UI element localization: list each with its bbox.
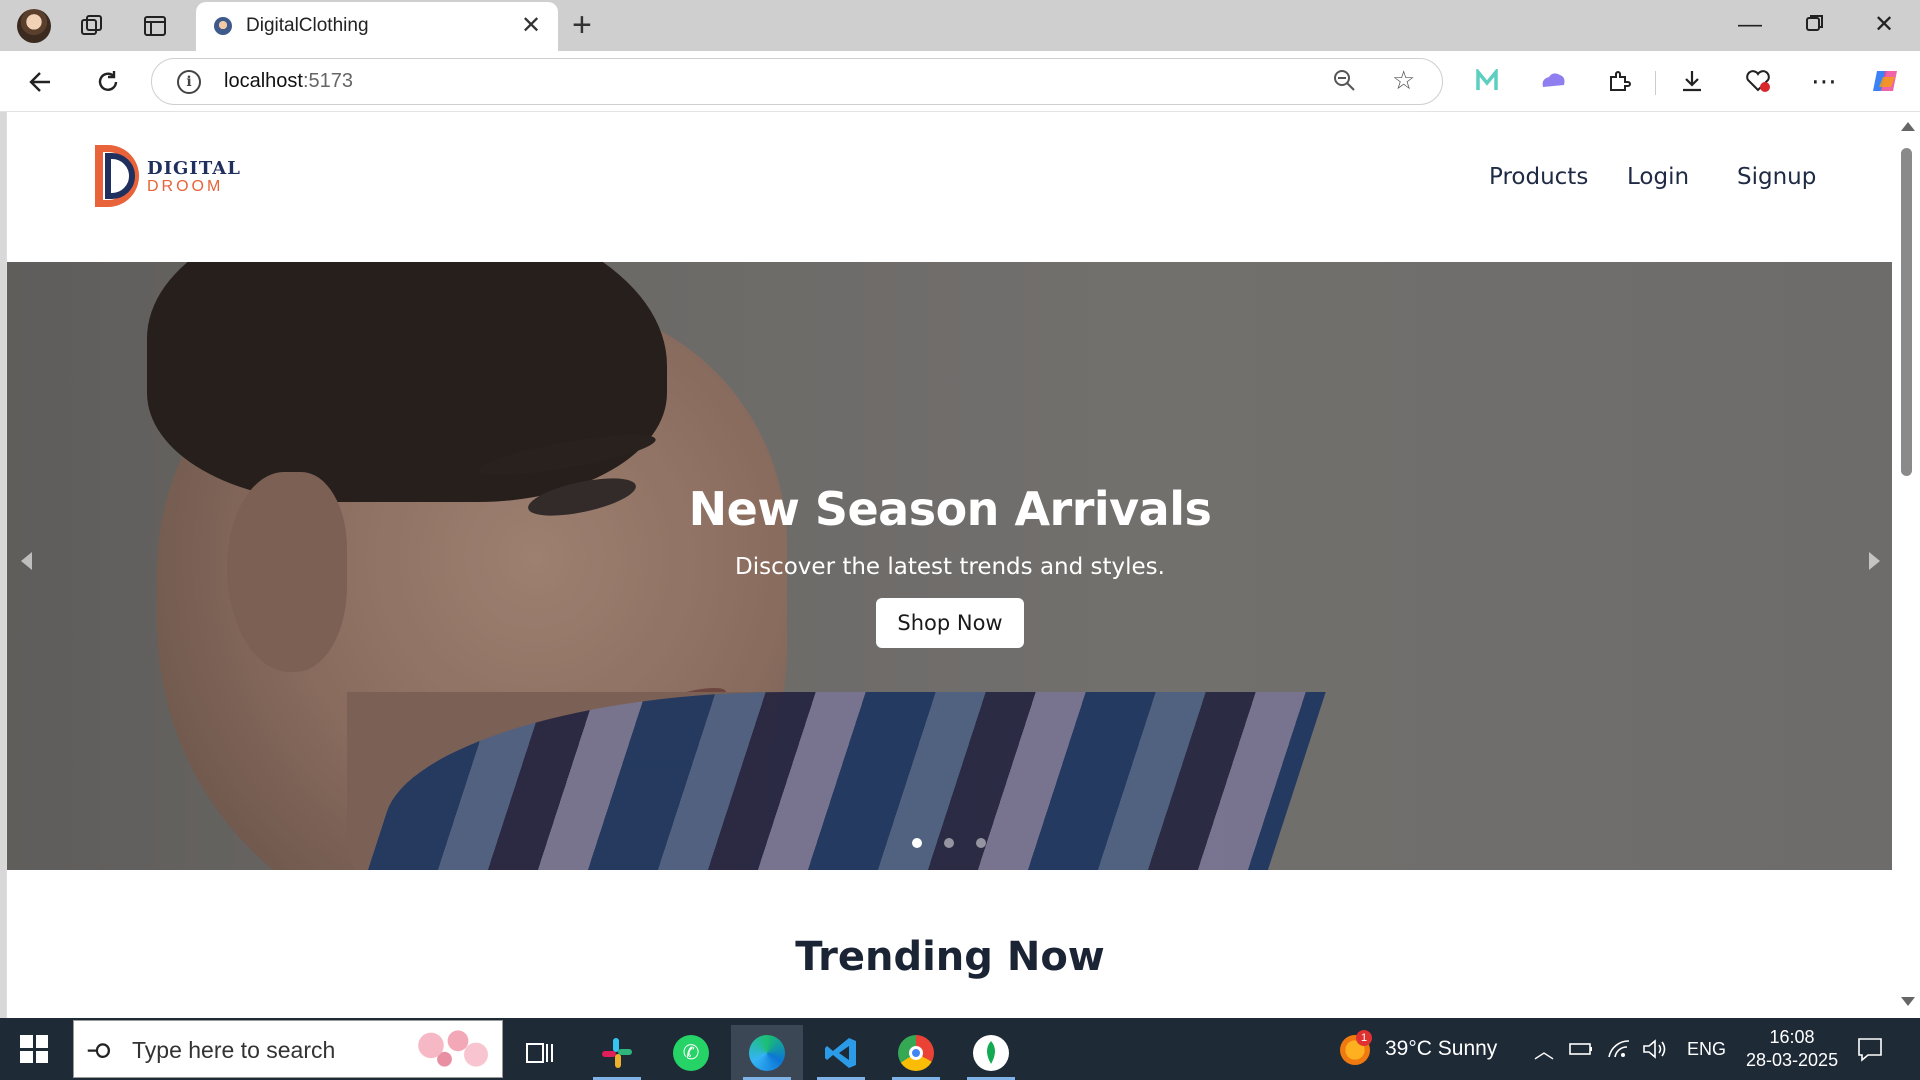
- nav-link-signup[interactable]: Signup: [1737, 164, 1816, 190]
- url-text[interactable]: localhost:5173: [224, 70, 353, 93]
- windows-taskbar: ⚲ Type here to search ✆ 1 39°C Sunny ︿ E…: [0, 1018, 1920, 1080]
- extensions-puzzle-icon[interactable]: [1601, 63, 1637, 99]
- mongodb-compass-app-icon[interactable]: [955, 1025, 1027, 1080]
- favorite-star-icon[interactable]: ☆: [1392, 65, 1415, 96]
- carousel-dot-1[interactable]: [912, 838, 922, 848]
- vscode-app-icon[interactable]: [805, 1025, 877, 1080]
- notifications-icon[interactable]: [1856, 1018, 1884, 1080]
- page-scrollbar[interactable]: [1892, 112, 1920, 1018]
- page-viewport: DIGITAL DROOM Products Login Signup New …: [6, 112, 1892, 1018]
- battery-icon[interactable]: [1568, 1018, 1594, 1080]
- browser-toolbar: i localhost:5173 ☆ ⋯: [0, 51, 1920, 112]
- refresh-icon[interactable]: [89, 63, 127, 101]
- browser-tab-active[interactable]: DigitalClothing ✕: [196, 2, 558, 51]
- toolbar-divider: [1655, 71, 1656, 95]
- whatsapp-app-icon[interactable]: ✆: [655, 1025, 727, 1080]
- hero-carousel: New Season Arrivals Discover the latest …: [7, 262, 1892, 870]
- search-icon: ⚲: [85, 1040, 116, 1061]
- browser-essentials-heart-icon[interactable]: [1740, 63, 1776, 99]
- workspaces-icon[interactable]: [75, 9, 109, 43]
- minimize-icon[interactable]: —: [1738, 6, 1762, 44]
- slack-app-icon[interactable]: [581, 1025, 653, 1080]
- edge-app-icon[interactable]: [731, 1025, 803, 1080]
- extension-cloud-icon[interactable]: [1535, 63, 1571, 99]
- language-indicator[interactable]: ENG: [1687, 1018, 1726, 1080]
- site-logo[interactable]: DIGITAL DROOM: [95, 142, 240, 212]
- hero-title: New Season Arrivals: [688, 482, 1212, 536]
- back-arrow-icon[interactable]: [22, 63, 60, 101]
- restore-icon[interactable]: [1806, 6, 1824, 44]
- shop-now-button[interactable]: Shop Now: [876, 598, 1024, 648]
- logo-line2: DROOM: [147, 178, 224, 195]
- vertical-tabs-icon[interactable]: [138, 9, 172, 43]
- clock-date: 28-03-2025: [1746, 1050, 1839, 1070]
- show-hidden-icons-chevron-icon[interactable]: ︿: [1534, 1018, 1554, 1080]
- nav-link-products[interactable]: Products: [1489, 164, 1588, 190]
- windows-start-icon[interactable]: [20, 1035, 48, 1063]
- clock-time: 16:08: [1769, 1027, 1815, 1047]
- tab-favicon-icon: [214, 17, 232, 35]
- carousel-dot-2[interactable]: [944, 838, 954, 848]
- tab-title: DigitalClothing: [246, 15, 369, 36]
- weather-text[interactable]: 39°C Sunny: [1385, 1018, 1497, 1080]
- window-close-icon[interactable]: ✕: [1874, 6, 1894, 44]
- browser-titlebar: DigitalClothing ✕ + — ✕: [0, 0, 1920, 51]
- scroll-down-icon[interactable]: [1901, 997, 1915, 1006]
- chrome-app-icon[interactable]: [880, 1025, 952, 1080]
- more-options-icon[interactable]: ⋯: [1806, 63, 1842, 99]
- tab-close-icon[interactable]: ✕: [521, 11, 541, 40]
- taskbar-clock[interactable]: 16:08 28-03-2025: [1746, 1026, 1838, 1072]
- scrollbar-thumb[interactable]: [1901, 148, 1912, 476]
- zoom-out-icon[interactable]: [1332, 68, 1356, 98]
- search-highlight-blossom-icon: [404, 1027, 494, 1073]
- profile-avatar[interactable]: [17, 9, 51, 43]
- trending-section-title: Trending Now: [795, 934, 1105, 980]
- nav-link-login[interactable]: Login: [1627, 164, 1689, 190]
- hero-subtitle: Discover the latest trends and styles.: [735, 554, 1165, 580]
- scroll-up-icon[interactable]: [1901, 122, 1915, 131]
- logo-line1: DIGITAL: [147, 158, 241, 179]
- taskbar-search[interactable]: ⚲ Type here to search: [73, 1020, 503, 1078]
- address-bar[interactable]: i localhost:5173 ☆: [151, 58, 1443, 105]
- taskbar-search-placeholder: Type here to search: [132, 1037, 336, 1063]
- hero-caption: New Season Arrivals Discover the latest …: [7, 482, 1892, 648]
- new-tab-button[interactable]: +: [572, 6, 592, 44]
- site-header: DIGITAL DROOM Products Login Signup: [7, 112, 1892, 262]
- carousel-next-icon[interactable]: [1869, 552, 1880, 570]
- weather-badge: 1: [1356, 1030, 1372, 1046]
- carousel-dot-3[interactable]: [976, 838, 986, 848]
- extension-m-icon[interactable]: [1469, 63, 1505, 99]
- carousel-prev-icon[interactable]: [21, 552, 32, 570]
- site-info-icon[interactable]: i: [177, 70, 201, 94]
- wifi-icon[interactable]: [1607, 1018, 1631, 1080]
- volume-icon[interactable]: [1641, 1018, 1667, 1080]
- copilot-icon[interactable]: [1868, 63, 1904, 99]
- carousel-indicators: [912, 838, 986, 848]
- task-view-icon[interactable]: [504, 1025, 576, 1080]
- downloads-icon[interactable]: [1674, 63, 1710, 99]
